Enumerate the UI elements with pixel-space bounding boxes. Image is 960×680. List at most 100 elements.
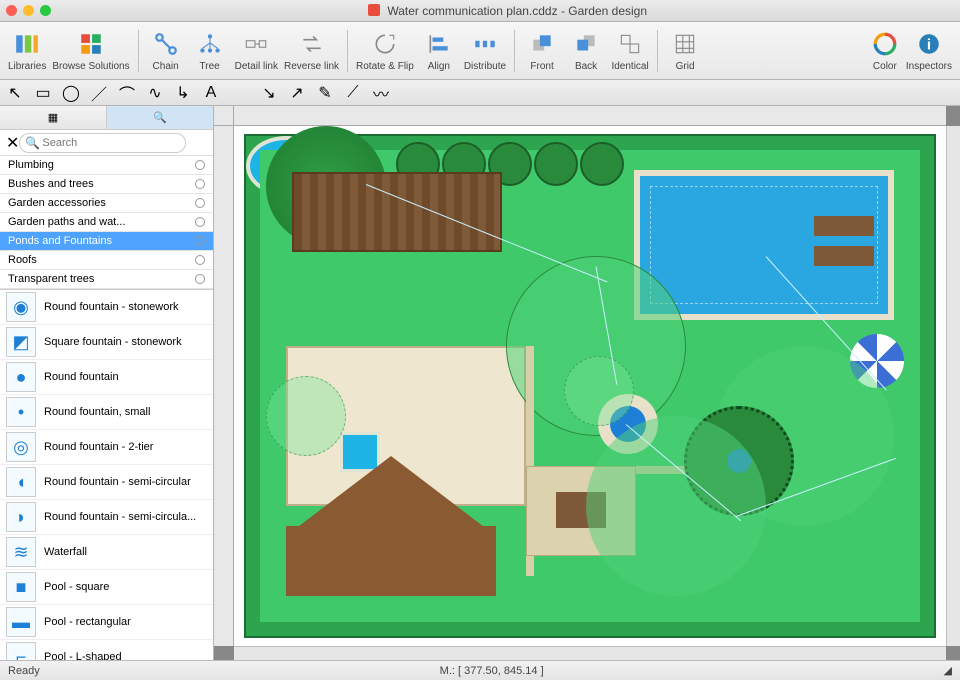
shape-item[interactable]: ◖Round fountain - semi-circular: [0, 465, 213, 500]
shape-item[interactable]: ●Round fountain: [0, 360, 213, 395]
category-item[interactable]: Ponds and Fountains: [0, 232, 213, 251]
minimize-window-button[interactable]: [23, 5, 34, 16]
identical-button[interactable]: Identical: [611, 30, 649, 72]
shape-list: ◉Round fountain - stonework◩Square fount…: [0, 290, 213, 660]
tree-button[interactable]: Tree: [191, 30, 229, 72]
shape-label: Round fountain - semi-circular: [44, 476, 191, 488]
shape-thumbnail: •: [6, 397, 36, 427]
bezier-tool[interactable]: ✎: [316, 84, 334, 102]
libraries-button[interactable]: Libraries: [8, 30, 46, 72]
scrollbar-horizontal[interactable]: [234, 646, 946, 660]
category-toggle-icon: [195, 160, 205, 170]
rotate-icon: [371, 30, 399, 58]
shape-thumbnail: ⌐: [6, 642, 36, 660]
back-button[interactable]: Back: [567, 30, 605, 72]
deck-shape[interactable]: [292, 172, 502, 252]
arc-tool[interactable]: ⌒: [118, 84, 136, 102]
color-button[interactable]: Color: [866, 30, 904, 72]
align-icon: [425, 30, 453, 58]
chain-button[interactable]: Chain: [147, 30, 185, 72]
inspectors-icon: i: [915, 30, 943, 58]
shape-item[interactable]: ⌐Pool - L-shaped: [0, 640, 213, 660]
category-item[interactable]: Garden accessories: [0, 194, 213, 213]
category-list: Plumbing Bushes and treesGarden accessori…: [0, 156, 213, 290]
text-tool[interactable]: A: [202, 84, 220, 102]
search-clear-button[interactable]: ✕: [6, 133, 19, 153]
pool-shape[interactable]: [634, 170, 894, 320]
ruler-corner: [214, 106, 234, 126]
arrow-tool-2[interactable]: ↗: [288, 84, 306, 102]
rect-tool[interactable]: ▭: [34, 84, 52, 102]
category-label: Plumbing: [8, 159, 54, 171]
doc-icon: [368, 4, 380, 16]
category-item[interactable]: Garden paths and wat...: [0, 213, 213, 232]
spline-tool[interactable]: ∿: [146, 84, 164, 102]
category-item[interactable]: Roofs: [0, 251, 213, 270]
shape-thumbnail: ■: [6, 572, 36, 602]
shape-item[interactable]: ▬Pool - rectangular: [0, 605, 213, 640]
shape-label: Round fountain - 2-tier: [44, 441, 153, 453]
planting-circle-shape[interactable]: [586, 416, 766, 596]
line-tool[interactable]: ／: [90, 84, 108, 102]
status-resize-grip[interactable]: ◢: [944, 664, 952, 677]
lounger-shape[interactable]: [814, 216, 874, 236]
shape-label: Pool - square: [44, 581, 109, 593]
distribute-button[interactable]: Distribute: [464, 30, 506, 72]
color-icon: [871, 30, 899, 58]
ellipse-tool[interactable]: ◯: [62, 84, 80, 102]
scrollbar-vertical[interactable]: [946, 126, 960, 646]
shape-item[interactable]: ■ Pool - square: [0, 570, 213, 605]
shape-item[interactable]: ◗Round fountain - semi-circula...: [0, 500, 213, 535]
transparent-tree-shape[interactable]: [266, 376, 346, 456]
detail-link-icon: [242, 30, 270, 58]
shape-item[interactable]: ◎Round fountain - 2-tier: [0, 430, 213, 465]
align-button[interactable]: Align: [420, 30, 458, 72]
sidebar-tab-search[interactable]: 🔍: [107, 106, 213, 129]
garden-plan[interactable]: [244, 134, 936, 638]
drawing-toolbar: ↖ ▭ ◯ ／ ⌒ ∿ ↳ A ↘ ↗ ✎ ⟋ 〰: [0, 80, 960, 106]
ruler-vertical[interactable]: [214, 126, 234, 646]
canvas-area: [214, 106, 960, 660]
shape-thumbnail: ◗: [6, 502, 36, 532]
search-row: ✕ 🔍: [0, 130, 213, 156]
category-label: Roofs: [8, 254, 37, 266]
polyline-tool[interactable]: ⟋: [344, 84, 362, 102]
shape-label: Waterfall: [44, 546, 87, 558]
shape-thumbnail: ≋: [6, 537, 36, 567]
status-coords: M.: [ 377.50, 845.14 ]: [60, 665, 924, 677]
grid-button[interactable]: Grid: [666, 30, 704, 72]
pointer-tool[interactable]: ↖: [6, 84, 24, 102]
sidebar-tab-shapes[interactable]: ▦: [0, 106, 107, 129]
browse-solutions-button[interactable]: Browse Solutions: [52, 30, 129, 72]
category-item[interactable]: Bushes and trees: [0, 175, 213, 194]
lounger-shape[interactable]: [814, 246, 874, 266]
shape-item[interactable]: ≋ Waterfall: [0, 535, 213, 570]
zoom-window-button[interactable]: [40, 5, 51, 16]
category-label: Transparent trees: [8, 273, 94, 285]
shape-item[interactable]: •Round fountain, small: [0, 395, 213, 430]
arrow-tool-1[interactable]: ↘: [260, 84, 278, 102]
freehand-tool[interactable]: 〰: [372, 84, 390, 102]
inspectors-button[interactable]: iInspectors: [906, 30, 952, 72]
detail-link-button[interactable]: Detail link: [235, 30, 278, 72]
rotate-flip-button[interactable]: Rotate & Flip: [356, 30, 414, 72]
category-item[interactable]: Transparent trees: [0, 270, 213, 289]
shape-thumbnail: ●: [6, 362, 36, 392]
ruler-horizontal[interactable]: [234, 106, 946, 126]
search-input[interactable]: [19, 133, 186, 153]
category-label: Ponds and Fountains: [8, 235, 112, 247]
back-icon: [572, 30, 600, 58]
connector-tool[interactable]: ↳: [174, 84, 192, 102]
shape-thumbnail: ◩: [6, 327, 36, 357]
reverse-link-button[interactable]: Reverse link: [284, 30, 339, 72]
drawing-canvas[interactable]: [234, 126, 946, 646]
close-window-button[interactable]: [6, 5, 17, 16]
category-item[interactable]: Plumbing: [0, 156, 213, 175]
shape-item[interactable]: ◉Round fountain - stonework: [0, 290, 213, 325]
roof-shape[interactable]: [286, 446, 496, 596]
shape-item[interactable]: ◩Square fountain - stonework: [0, 325, 213, 360]
transparent-tree-shape[interactable]: [564, 356, 634, 426]
title-filename: Water communication plan.cddz: [387, 4, 557, 18]
toolbar-separator: [657, 30, 658, 72]
front-button[interactable]: Front: [523, 30, 561, 72]
